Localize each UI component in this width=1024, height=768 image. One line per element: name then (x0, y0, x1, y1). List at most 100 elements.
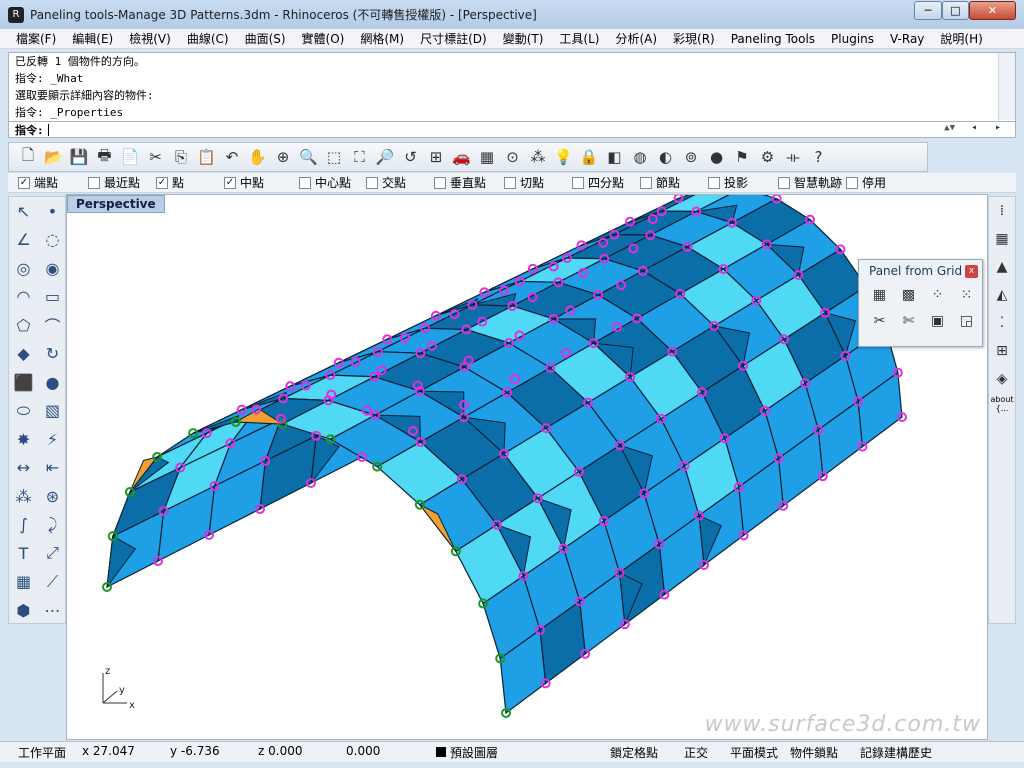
arc-icon[interactable]: ◠ (9, 283, 38, 312)
menu-item[interactable]: 檔案(F) (8, 30, 64, 47)
osnap-checkbox[interactable] (846, 176, 858, 189)
menu-item[interactable]: Paneling Tools (723, 32, 823, 46)
paneling-surface-model[interactable] (67, 195, 988, 740)
flag-icon[interactable]: ⚑ (731, 146, 753, 168)
osnap-checkbox[interactable] (434, 176, 446, 189)
osnap-item[interactable]: ✓ 中點 (224, 174, 264, 191)
menu-item[interactable]: 網格(M) (352, 30, 412, 47)
shaded-sphere-icon[interactable]: ● (706, 146, 728, 168)
measure-icon[interactable]: ⟋ (38, 568, 67, 597)
osnap-item[interactable]: 垂直點 (434, 174, 486, 191)
surface-icon[interactable]: ◆ (9, 340, 38, 369)
status-grid-snap[interactable]: 鎖定格點 (610, 744, 658, 761)
sphere-icon[interactable]: ◐ (655, 146, 677, 168)
panel-grid-icon[interactable]: ▦ (865, 282, 894, 308)
status-osnap[interactable]: 物件鎖點 (790, 744, 838, 761)
four-views-icon[interactable]: ⊞ (425, 146, 447, 168)
osnap-item[interactable]: 停用 (846, 174, 886, 191)
status-layer[interactable]: 預設圖層 (450, 744, 498, 761)
zoom-window-icon[interactable]: ⬚ (323, 146, 345, 168)
panel-dots-icon[interactable]: ⁘ (923, 282, 952, 308)
menu-item[interactable]: 變動(T) (495, 30, 552, 47)
zoom-icon[interactable]: 🔍 (298, 146, 320, 168)
panel-title[interactable]: Panel from Grid (859, 260, 982, 282)
polyline-icon[interactable]: ∠ (9, 226, 38, 255)
close-button[interactable]: ✕ (969, 1, 1016, 20)
block-icon[interactable]: ⬢ (9, 596, 38, 625)
status-cplane[interactable]: 工作平面 (18, 744, 66, 761)
command-arrows[interactable]: ◂ ▸ (971, 122, 1007, 133)
command-input[interactable] (47, 123, 928, 136)
menu-item[interactable]: 實體(O) (294, 30, 353, 47)
select-icon[interactable]: ↖ (9, 197, 38, 226)
osnap-checkbox[interactable]: ✓ (156, 176, 168, 189)
osnap-checkbox[interactable] (504, 176, 516, 189)
zoom-selected-icon[interactable]: 🔎 (374, 146, 396, 168)
save-icon[interactable]: 💾 (68, 146, 90, 168)
lock-icon[interactable]: 🔒 (578, 146, 600, 168)
menu-item[interactable]: 曲面(S) (237, 30, 294, 47)
rectangle-icon[interactable]: ▭ (38, 283, 67, 312)
osnap-item[interactable]: 智慧軌跡 (778, 174, 842, 191)
circle-icon[interactable]: ◎ (9, 254, 38, 283)
points-array-icon[interactable]: ⁚ (990, 309, 1014, 337)
snap-icon[interactable]: ⊙ (502, 146, 524, 168)
maximize-button[interactable]: □ (942, 1, 969, 20)
status-ortho[interactable]: 正交 (684, 744, 708, 761)
panel-cut-red-icon[interactable]: ✄ (894, 308, 923, 334)
gear-icon[interactable]: ⚙ (757, 146, 779, 168)
curve-icon[interactable]: ◌ (38, 226, 67, 255)
osnap-item[interactable]: 四分點 (572, 174, 624, 191)
menu-item[interactable]: 說明(H) (932, 30, 990, 47)
menu-item[interactable]: 彩現(R) (665, 30, 723, 47)
cylinder-icon[interactable]: ⬭ (9, 397, 38, 426)
osnap-checkbox[interactable] (640, 176, 652, 189)
move-icon[interactable]: ↔ (9, 454, 38, 483)
import-icon[interactable]: 📄 (119, 146, 141, 168)
osnap-item[interactable]: ✓ 點 (156, 174, 184, 191)
fillet-icon[interactable]: ⌒ (38, 311, 67, 340)
bend-icon[interactable]: ∫ (9, 511, 38, 540)
osnap-item[interactable]: 最近點 (88, 174, 140, 191)
panel-dots-red-icon[interactable]: ⁙ (952, 282, 981, 308)
open-icon[interactable]: 📂 (43, 146, 65, 168)
status-history[interactable]: 記錄建構歷史 (860, 744, 932, 761)
color-wheel-icon[interactable]: ◍ (629, 146, 651, 168)
ellipse-icon[interactable]: ◉ (38, 254, 67, 283)
command-history-scrollbar[interactable] (998, 53, 1015, 120)
red-grid-icon[interactable]: ⊞ (990, 337, 1014, 365)
menu-item[interactable]: 工具(L) (551, 30, 607, 47)
dots-icon[interactable]: ⁞ (990, 197, 1014, 225)
osnap-item[interactable]: 節點 (640, 174, 680, 191)
triangle-icon[interactable]: ▲ (990, 253, 1014, 281)
paste-icon[interactable]: 📋 (196, 146, 218, 168)
dim-icon[interactable]: ⋯ (38, 596, 67, 625)
polygon-icon[interactable]: ⬠ (9, 311, 38, 340)
about-button[interactable]: about {... (990, 395, 1013, 413)
undo-view-icon[interactable]: ↺ (400, 146, 422, 168)
osnap-checkbox[interactable] (366, 176, 378, 189)
status-planar[interactable]: 平面模式 (730, 744, 778, 761)
revolve-icon[interactable]: ↻ (38, 340, 67, 369)
curve-offset-icon[interactable]: ⤸ (38, 511, 67, 540)
grid-icon[interactable]: ▦ (476, 146, 498, 168)
point-icon[interactable]: • (38, 197, 67, 226)
diamond-icon[interactable]: ◈ (990, 365, 1014, 393)
grid-points-icon[interactable]: ▦ (990, 225, 1014, 253)
print-icon[interactable]: 🖶 (94, 146, 116, 168)
osnap-item[interactable]: ✓ 端點 (18, 174, 58, 191)
menu-item[interactable]: 分析(A) (607, 30, 665, 47)
panel-close-icon[interactable]: x (965, 265, 978, 278)
help-icon[interactable]: ? (808, 146, 830, 168)
align-icon[interactable]: ⇤ (38, 454, 67, 483)
explode-icon[interactable]: ✸ (9, 425, 38, 454)
minimize-button[interactable]: ─ (914, 1, 942, 20)
bulb-icon[interactable]: 💡 (553, 146, 575, 168)
panel-blue-grid-icon[interactable]: ▣ (923, 308, 952, 334)
pan-icon[interactable]: ✋ (247, 146, 269, 168)
menu-item[interactable]: 尺寸標註(D) (412, 30, 495, 47)
menu-item[interactable]: V-Ray (882, 32, 932, 46)
viewport-title-tab[interactable]: Perspective (67, 195, 165, 213)
sphere-tool-icon[interactable]: ● (38, 368, 67, 397)
perspective-viewport[interactable]: Perspective z y x www.surface3d.com.tw (66, 194, 988, 740)
